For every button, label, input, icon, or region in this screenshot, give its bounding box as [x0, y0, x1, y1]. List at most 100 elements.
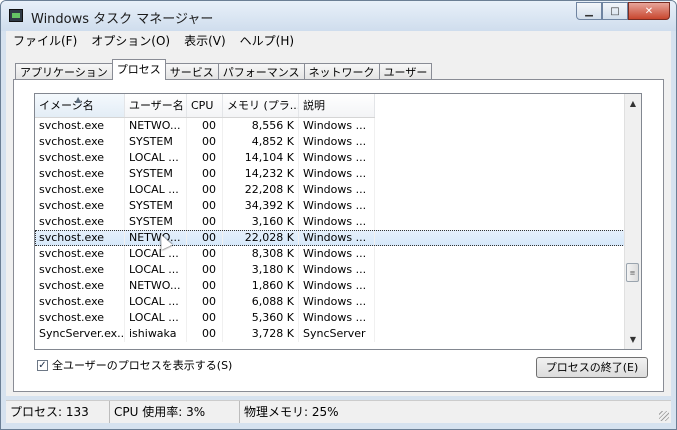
menu-view[interactable]: 表示(V) — [177, 31, 233, 51]
cell-description: SyncServer — [299, 326, 375, 342]
scroll-up-arrow-icon[interactable]: ▲ — [625, 95, 641, 112]
title-bar[interactable]: Windows タスク マネージャー ▁ □ ✕ — [1, 1, 676, 31]
cell-user-name: SYSTEM — [125, 214, 187, 230]
cell-user-name: SYSTEM — [125, 134, 187, 150]
cell-user-name: LOCAL ... — [125, 310, 187, 326]
task-manager-icon — [9, 9, 23, 22]
cell-cpu: 00 — [187, 278, 223, 294]
status-cpu-usage: CPU 使用率: 3% — [110, 401, 240, 423]
process-list[interactable]: ▲ イメージ名 ユーザー名 CPU メモリ (プラ... 説明 svchost.… — [34, 93, 642, 350]
close-icon: ✕ — [644, 5, 654, 17]
show-all-users-option[interactable]: ✓ 全ユーザーのプロセスを表示する(S) — [37, 357, 232, 373]
table-row[interactable]: svchost.exe LOCAL ... 00 5,360 K Windows ... — [35, 310, 627, 326]
minimize-icon: ▁ — [585, 5, 593, 17]
caption-buttons: ▁ □ ✕ — [576, 2, 670, 21]
cell-image-name: svchost.exe — [35, 134, 125, 150]
tab-applications[interactable]: アプリケーション — [15, 63, 113, 80]
task-manager-window: Windows タスク マネージャー ▁ □ ✕ ファイル(F) オプション(O… — [0, 0, 677, 430]
scroll-down-arrow-icon[interactable]: ▼ — [625, 331, 641, 348]
cell-cpu: 00 — [187, 326, 223, 342]
cell-image-name: svchost.exe — [35, 310, 125, 326]
column-memory[interactable]: メモリ (プラ... — [223, 94, 299, 117]
table-row[interactable]: svchost.exe SYSTEM 00 4,852 K Windows ... — [35, 134, 627, 150]
cell-memory: 14,232 K — [223, 166, 299, 182]
menu-bar: ファイル(F) オプション(O) 表示(V) ヘルプ(H) — [6, 31, 671, 51]
resize-grip-icon[interactable] — [659, 411, 669, 421]
close-button[interactable]: ✕ — [628, 2, 670, 20]
cell-image-name: svchost.exe — [35, 294, 125, 310]
end-process-button[interactable]: プロセスの終了(E) — [536, 357, 648, 378]
cell-cpu: 00 — [187, 198, 223, 214]
table-row[interactable]: svchost.exe LOCAL ... 00 22,208 K Windows ..… — [35, 182, 627, 198]
table-row[interactable]: svchost.exe NETWO... 00 8,556 K Windows ... — [35, 118, 627, 134]
cell-description: Windows ... — [299, 310, 375, 326]
tab-performance[interactable]: パフォーマンス — [217, 63, 305, 80]
cell-description: Windows ... — [299, 166, 375, 182]
cell-user-name: NETWO... — [125, 278, 187, 294]
tab-processes[interactable]: プロセス — [111, 59, 166, 80]
maximize-button[interactable]: □ — [602, 2, 628, 20]
cell-description: Windows ... — [299, 294, 375, 310]
menu-options[interactable]: オプション(O) — [84, 31, 177, 51]
table-row[interactable]: svchost.exe NETWO... 00 1,860 K Windows ... — [35, 278, 627, 294]
cell-description: Windows ... — [299, 230, 375, 246]
list-header: ▲ イメージ名 ユーザー名 CPU メモリ (プラ... 説明 — [35, 94, 375, 118]
client-area: アプリケーション プロセス サービス パフォーマンス ネットワーク ユーザー ▲… — [6, 51, 671, 396]
table-row[interactable]: svchost.exe LOCAL ... 00 8,308 K Windows ... — [35, 246, 627, 262]
cell-cpu: 00 — [187, 246, 223, 262]
table-row[interactable]: svchost.exe LOCAL ... 00 14,104 K Windows ..… — [35, 150, 627, 166]
column-image-name-label: イメージ名 — [39, 99, 94, 112]
cell-memory: 3,728 K — [223, 326, 299, 342]
table-row[interactable]: SyncServer.ex... ishiwaka 00 3,728 K SyncSer… — [35, 326, 627, 342]
cell-image-name: svchost.exe — [35, 182, 125, 198]
tab-users[interactable]: ユーザー — [378, 63, 433, 80]
cell-memory: 3,180 K — [223, 262, 299, 278]
cell-memory: 1,860 K — [223, 278, 299, 294]
minimize-button[interactable]: ▁ — [576, 2, 602, 20]
table-row[interactable]: svchost.exe LOCAL ... 00 3,180 K Windows ... — [35, 262, 627, 278]
cell-image-name: svchost.exe — [35, 150, 125, 166]
show-all-users-checkbox[interactable]: ✓ — [37, 359, 48, 371]
cell-description: Windows ... — [299, 150, 375, 166]
scroll-thumb[interactable]: ≡ — [626, 263, 639, 282]
table-row-selected[interactable]: svchost.exe NETWO... 00 22,028 K Windows ... — [35, 230, 627, 246]
tab-networking[interactable]: ネットワーク — [303, 63, 380, 80]
list-body: svchost.exe NETWO... 00 8,556 K Windows ... s… — [35, 118, 627, 349]
cell-memory: 14,104 K — [223, 150, 299, 166]
cell-cpu: 00 — [187, 310, 223, 326]
cell-image-name: svchost.exe — [35, 262, 125, 278]
table-row[interactable]: svchost.exe SYSTEM 00 3,160 K Windows ... — [35, 214, 627, 230]
cell-image-name: svchost.exe — [35, 118, 125, 134]
table-row[interactable]: svchost.exe LOCAL ... 00 6,088 K Windows ... — [35, 294, 627, 310]
vertical-scrollbar[interactable]: ▲ ≡ ▼ — [624, 94, 641, 349]
column-description[interactable]: 説明 — [299, 94, 375, 117]
cell-image-name: svchost.exe — [35, 230, 125, 246]
tab-services[interactable]: サービス — [164, 63, 219, 80]
status-memory-usage: 物理メモリ: 25% — [244, 405, 339, 419]
cell-memory: 34,392 K — [223, 198, 299, 214]
cell-description: Windows ... — [299, 118, 375, 134]
cell-user-name: LOCAL ... — [125, 246, 187, 262]
window-title: Windows タスク マネージャー — [31, 12, 214, 27]
cell-memory: 6,088 K — [223, 294, 299, 310]
cell-user-name: LOCAL ... — [125, 150, 187, 166]
cell-memory: 8,308 K — [223, 246, 299, 262]
menu-file[interactable]: ファイル(F) — [6, 31, 84, 51]
table-row[interactable]: svchost.exe SYSTEM 00 34,392 K Windows ... — [35, 198, 627, 214]
column-image-name[interactable]: ▲ イメージ名 — [35, 94, 125, 117]
column-user-name[interactable]: ユーザー名 — [125, 94, 187, 117]
cell-description: Windows ... — [299, 214, 375, 230]
cell-memory: 4,852 K — [223, 134, 299, 150]
cell-user-name: SYSTEM — [125, 166, 187, 182]
cell-memory: 5,360 K — [223, 310, 299, 326]
cell-description: Windows ... — [299, 278, 375, 294]
cell-description: Windows ... — [299, 246, 375, 262]
menu-help[interactable]: ヘルプ(H) — [233, 31, 301, 51]
show-all-users-label[interactable]: 全ユーザーのプロセスを表示する(S) — [52, 357, 232, 373]
table-row[interactable]: svchost.exe SYSTEM 00 14,232 K Windows ... — [35, 166, 627, 182]
cell-memory: 3,160 K — [223, 214, 299, 230]
cell-description: Windows ... — [299, 198, 375, 214]
sort-ascending-icon: ▲ — [75, 95, 82, 104]
processes-panel: ▲ イメージ名 ユーザー名 CPU メモリ (プラ... 説明 svchost.… — [13, 79, 664, 392]
column-cpu[interactable]: CPU — [187, 94, 223, 117]
